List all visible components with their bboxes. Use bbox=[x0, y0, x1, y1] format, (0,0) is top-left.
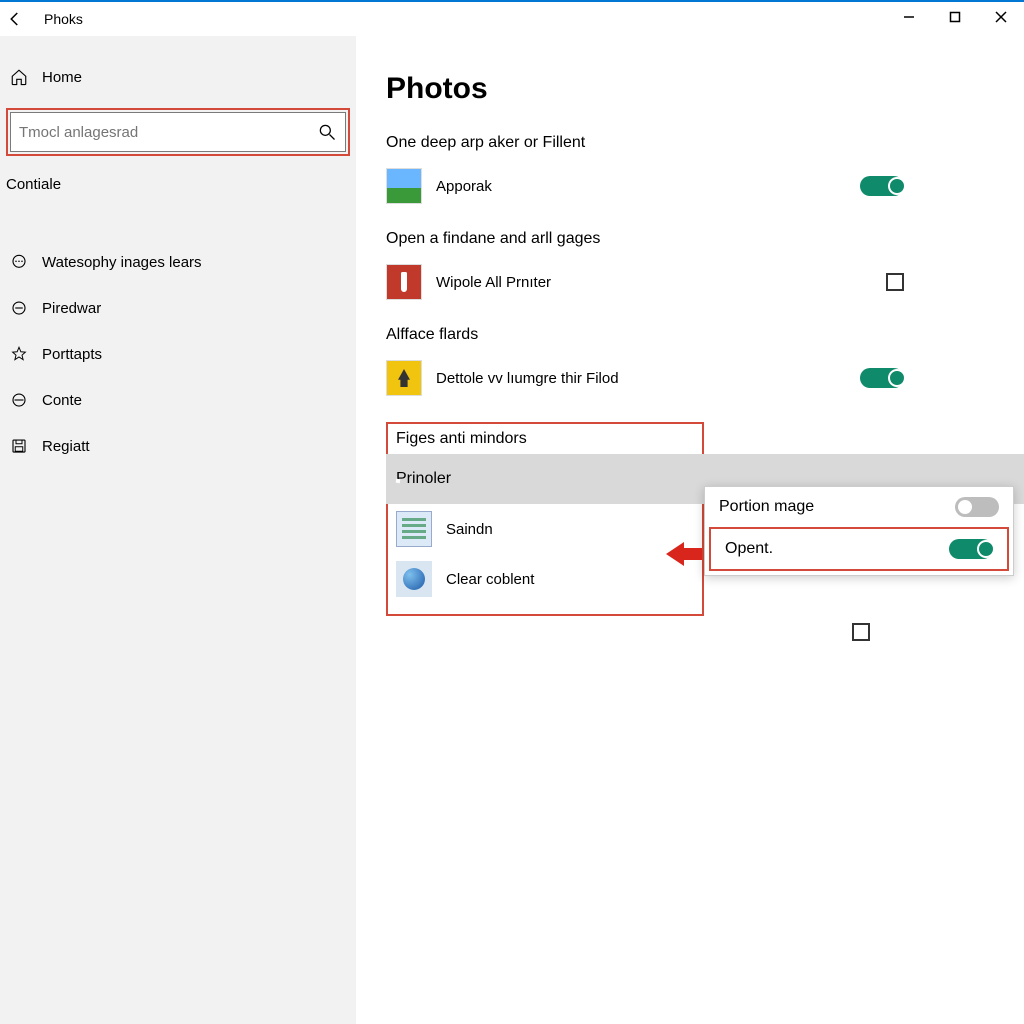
sidebar-item-label: Porttapts bbox=[42, 346, 102, 363]
minimize-button[interactable] bbox=[886, 2, 932, 32]
section-title: Open a findane and arll gages bbox=[386, 230, 1024, 248]
figes-highlight-box: Figes anti mindors Prinoler Saindn Clear… bbox=[386, 422, 704, 616]
app-row-wipole[interactable]: Wipole All Prnıter bbox=[386, 258, 1024, 306]
sidebar-item-piredwar[interactable]: Piredwar bbox=[0, 285, 356, 331]
app-thumbnail bbox=[396, 561, 432, 597]
sidebar-item-porttapts[interactable]: Porttapts bbox=[0, 331, 356, 377]
sidebar-item-label: Conte bbox=[42, 392, 82, 409]
app-label: Clear coblent bbox=[446, 571, 534, 588]
sidebar-item-label: Regiatt bbox=[42, 438, 90, 455]
home-icon bbox=[8, 66, 30, 88]
sidebar-home[interactable]: Home bbox=[0, 54, 356, 100]
back-button[interactable] bbox=[6, 10, 34, 28]
app-thumbnail bbox=[386, 360, 422, 396]
app-row-apporak[interactable]: Apporak bbox=[386, 162, 1024, 210]
callout-arrow-icon bbox=[666, 540, 702, 568]
app-title: Phoks bbox=[44, 11, 83, 27]
app-row-saindn[interactable]: Saindn bbox=[396, 504, 700, 554]
checkbox-clear-coblent[interactable] bbox=[852, 623, 870, 641]
toggle-apporak[interactable] bbox=[860, 176, 904, 196]
context-popup: Portion mage Opent. bbox=[704, 486, 1014, 576]
chat-icon bbox=[8, 251, 30, 273]
app-label: Prinoler bbox=[396, 470, 451, 488]
sidebar-item-watesophy[interactable]: Watesophy inages lears bbox=[0, 239, 356, 285]
popup-row-opent[interactable]: Opent. bbox=[709, 527, 1009, 571]
minus-circle-icon bbox=[8, 297, 30, 319]
app-label: Apporak bbox=[436, 178, 1024, 195]
checkbox-wipole[interactable] bbox=[886, 273, 904, 291]
toggle-portion-mage[interactable] bbox=[955, 497, 999, 517]
app-row-dettole[interactable]: Dettole vv lıumgre thir Filod bbox=[386, 354, 1024, 402]
sidebar-item-regiatt[interactable]: Regiatt bbox=[0, 423, 356, 469]
popup-label: Opent. bbox=[725, 540, 773, 558]
popup-row-portion[interactable]: Portion mage bbox=[705, 487, 1013, 527]
close-button[interactable] bbox=[978, 2, 1024, 32]
target-icon bbox=[8, 389, 30, 411]
sidebar-contiale[interactable]: Contiale bbox=[0, 166, 356, 199]
section-title: Figes anti mindors bbox=[396, 430, 700, 448]
app-thumbnail bbox=[386, 168, 422, 204]
save-icon bbox=[8, 435, 30, 457]
toggle-dettole[interactable] bbox=[860, 368, 904, 388]
search-input[interactable] bbox=[19, 124, 317, 141]
section-title: One deep arp aker or Fillent bbox=[386, 134, 1024, 152]
app-label: Saindn bbox=[446, 521, 493, 538]
app-row-clear-coblent[interactable]: Clear coblent bbox=[396, 554, 700, 604]
toggle-opent[interactable] bbox=[949, 539, 993, 559]
maximize-button[interactable] bbox=[932, 2, 978, 32]
popup-label: Portion mage bbox=[719, 498, 814, 516]
app-label: Wipole All Prnıter bbox=[436, 274, 1024, 291]
sidebar-item-conte[interactable]: Conte bbox=[0, 377, 356, 423]
sidebar: Home Contiale Watesophy inages lears bbox=[0, 36, 356, 1024]
app-label: Dettole vv lıumgre thir Filod bbox=[436, 370, 1024, 387]
app-thumbnail bbox=[386, 264, 422, 300]
app-thumbnail bbox=[396, 511, 432, 547]
section-title: Alfface flards bbox=[386, 326, 1024, 344]
page-title: Photos bbox=[386, 72, 1024, 106]
search-icon[interactable] bbox=[317, 122, 337, 142]
search-highlight-box bbox=[6, 108, 350, 156]
search-box[interactable] bbox=[10, 112, 346, 152]
sidebar-item-label: Watesophy inages lears bbox=[42, 254, 202, 271]
sidebar-item-label: Piredwar bbox=[42, 300, 101, 317]
sidebar-home-label: Home bbox=[42, 69, 82, 86]
star-icon bbox=[8, 343, 30, 365]
